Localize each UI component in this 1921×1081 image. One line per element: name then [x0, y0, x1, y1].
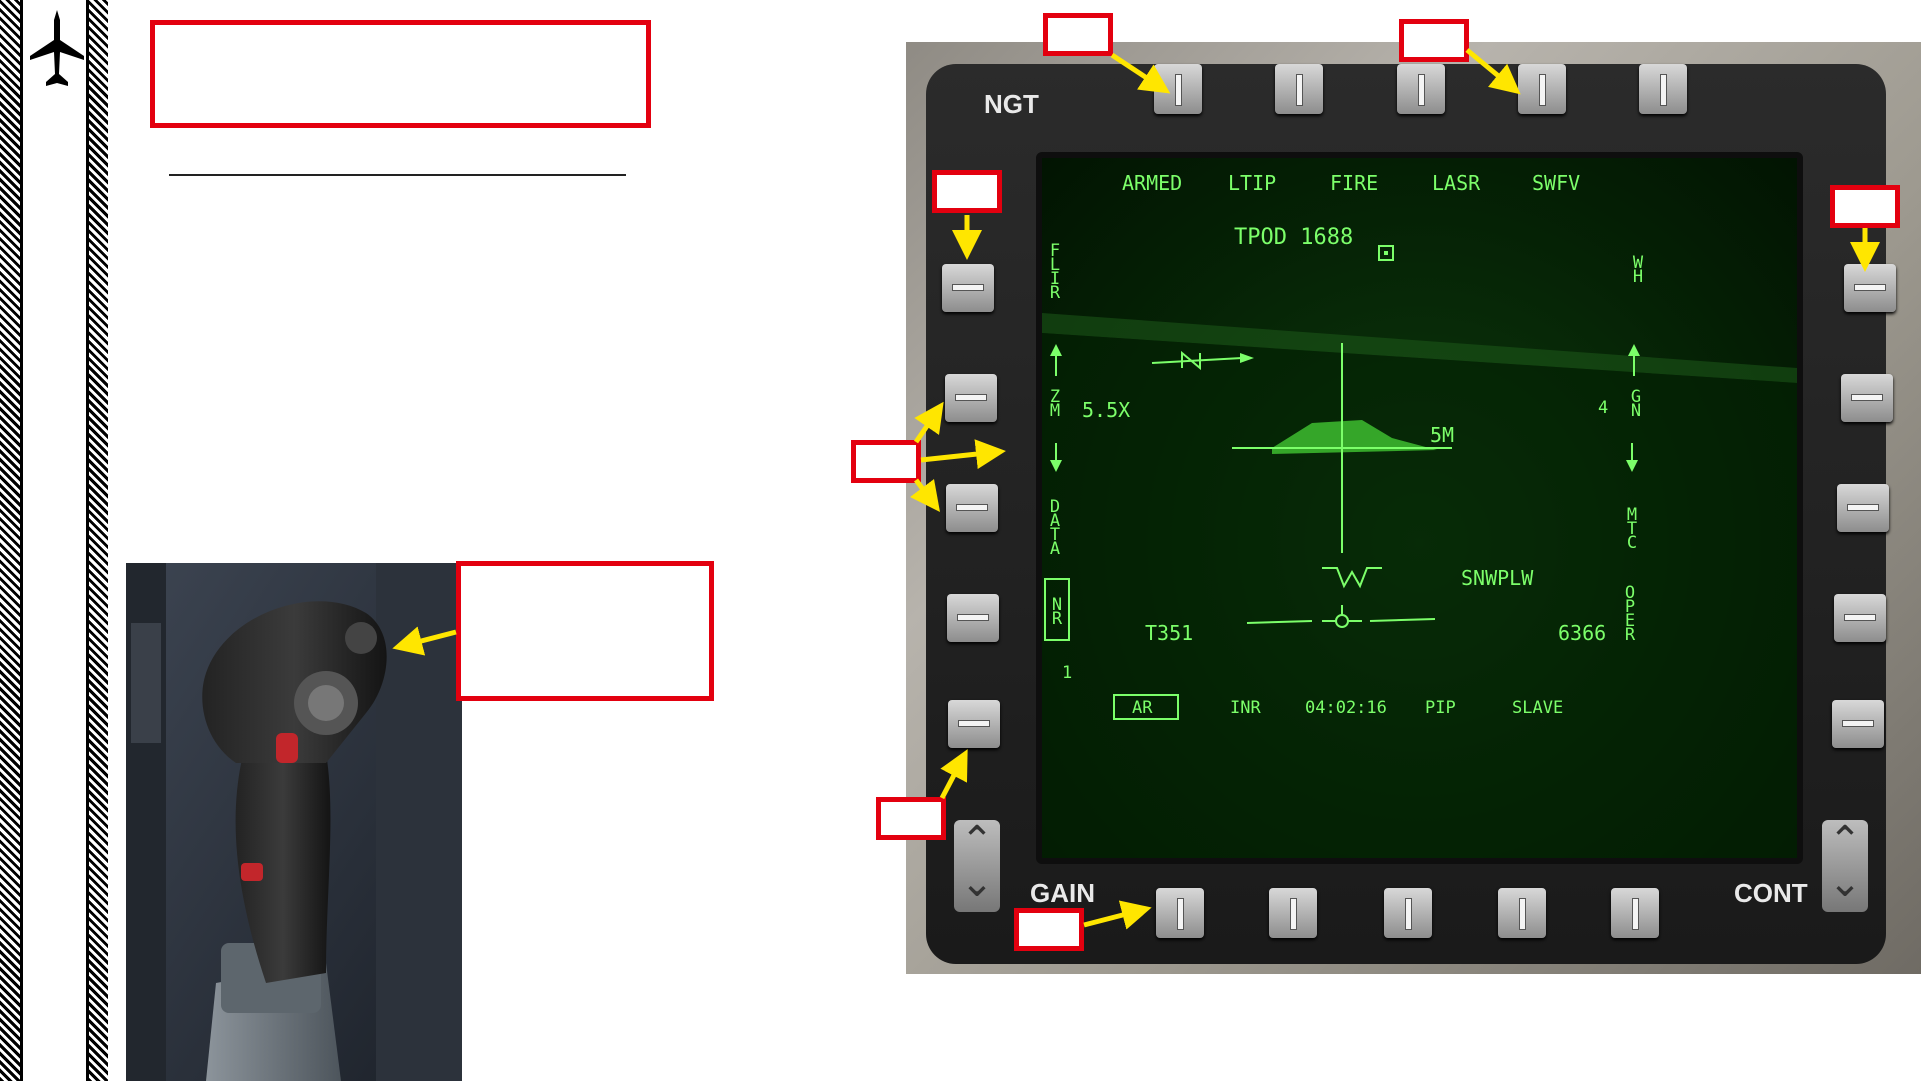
- option-zm: ZM: [1049, 387, 1061, 421]
- gain-value: 4: [1598, 398, 1609, 418]
- option-fire: FIRE: [1330, 171, 1379, 195]
- option-inr: INR: [1230, 698, 1261, 718]
- osb-left-5[interactable]: [948, 700, 1000, 748]
- callout-box-top-1: [1043, 13, 1113, 56]
- option-gn: GN: [1630, 387, 1642, 421]
- track-label: T351: [1145, 621, 1194, 645]
- range-label: 5M: [1430, 423, 1455, 447]
- option-ltip: LTIP: [1228, 171, 1277, 195]
- option-mtc: MTC: [1626, 505, 1638, 553]
- option-swfv: SWFV: [1532, 171, 1581, 195]
- rail-divider: [86, 0, 89, 1081]
- osb-right-5[interactable]: [1832, 700, 1884, 748]
- osb-bottom-5[interactable]: [1611, 888, 1659, 938]
- option-armed: ARMED: [1122, 171, 1183, 195]
- callout-box-gain: [1014, 908, 1084, 951]
- osb-right-1[interactable]: [1844, 264, 1896, 312]
- control-stick-photo: [126, 563, 462, 1081]
- osb-right-3[interactable]: [1837, 484, 1889, 532]
- osb-left-3[interactable]: [946, 484, 998, 532]
- callout-box-top-2: [1399, 19, 1469, 62]
- option-oper: OPER: [1624, 583, 1636, 645]
- altitude-label: 6366: [1558, 621, 1607, 645]
- osb-bottom-2[interactable]: [1269, 888, 1317, 938]
- osb-right-2[interactable]: [1841, 374, 1893, 422]
- tpod-label: TPOD 1688: [1234, 225, 1354, 250]
- rail-divider: [20, 0, 23, 1081]
- flir-scene: [1042, 245, 1797, 858]
- contrast-rocker[interactable]: ⌃ ⌄: [1822, 820, 1868, 912]
- option-ar: AR: [1132, 698, 1153, 718]
- option-slave: SLAVE: [1512, 698, 1564, 718]
- gain-rocker[interactable]: ⌃ ⌄: [954, 820, 1000, 912]
- osb-top-1[interactable]: [1154, 64, 1202, 114]
- osb-top-3[interactable]: [1397, 64, 1445, 114]
- osb-bottom-3[interactable]: [1384, 888, 1432, 938]
- title-callout-box: [150, 20, 651, 128]
- callout-box-nr: [876, 797, 946, 840]
- callout-box-left-1: [932, 170, 1002, 213]
- option-wh: WH: [1632, 253, 1644, 287]
- option-flir: FLIR: [1049, 241, 1061, 303]
- osb-left-2[interactable]: [945, 374, 997, 422]
- osb-bottom-1[interactable]: [1156, 888, 1204, 938]
- left-hatched-rail: [0, 0, 20, 1081]
- option-data: DATA: [1049, 497, 1061, 559]
- osb-top-5[interactable]: [1639, 64, 1687, 114]
- callout-box-right-1: [1830, 185, 1900, 228]
- zoom-value: 5.5X: [1082, 398, 1131, 422]
- snowplow-label: SNWPLW: [1461, 566, 1534, 590]
- stick-callout-box: [456, 561, 714, 701]
- mfd-panel: NGT GAIN CONT ⌃ ⌄ ⌃ ⌄ ARMED LTIP FIRE LA…: [906, 42, 1921, 974]
- osb-top-4[interactable]: [1518, 64, 1566, 114]
- title-underline: [169, 174, 626, 176]
- osb-right-4[interactable]: [1834, 594, 1886, 642]
- cont-label: CONT: [1734, 878, 1808, 908]
- osb-top-2[interactable]: [1275, 64, 1323, 114]
- aircraft-icon: [30, 10, 84, 86]
- gain-label: GAIN: [1030, 878, 1095, 908]
- osb-bottom-4[interactable]: [1498, 888, 1546, 938]
- osb-left-1[interactable]: [942, 264, 994, 312]
- time-readout: 04:02:16: [1305, 698, 1387, 718]
- option-pip: PIP: [1425, 698, 1456, 718]
- mfd-screen: ARMED LTIP FIRE LASR SWFV TPOD 1688 FLIR…: [1036, 152, 1803, 864]
- osb-left-4[interactable]: [947, 594, 999, 642]
- option-lasr: LASR: [1432, 171, 1481, 195]
- small-value: 1: [1062, 663, 1073, 683]
- callout-box-zoom: [851, 440, 921, 483]
- option-nr: NR: [1051, 595, 1063, 629]
- ngt-label: NGT: [984, 89, 1039, 119]
- right-hatched-rail: [88, 0, 108, 1081]
